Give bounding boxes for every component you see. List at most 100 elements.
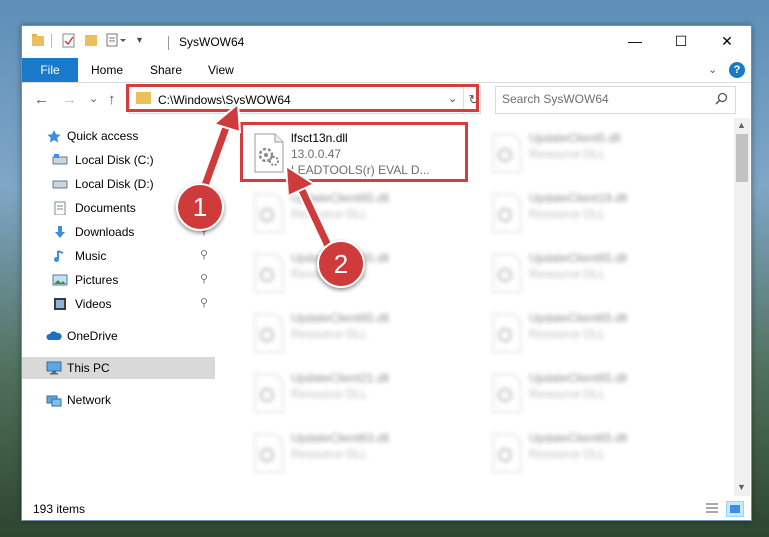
file-item[interactable]: UpdateClient65.dll Resource DLL — [481, 365, 701, 421]
title-separator — [168, 36, 169, 50]
sidebar-item-quick-access[interactable]: Quick access — [22, 125, 215, 147]
file-type: Resource DLL — [291, 387, 368, 401]
ribbon-collapse-icon[interactable]: ⌄ — [708, 63, 717, 76]
file-name: UpdateClient5.dll — [529, 131, 621, 145]
qa-separator — [51, 34, 52, 48]
file-type: Resource DLL — [529, 327, 606, 341]
file-name: UpdateClient65.dll — [529, 311, 628, 325]
file-name: UpdateClient19.dll — [529, 191, 628, 205]
file-type: Resource DLL — [291, 207, 368, 221]
file-name: UpdateClient21.dll — [291, 371, 390, 385]
minimize-button[interactable]: — — [612, 26, 658, 56]
dll-file-icon — [492, 253, 522, 293]
new-folder-icon[interactable] — [84, 33, 98, 47]
customize-toolbar-icon[interactable] — [106, 33, 126, 47]
file-type: Resource DLL — [529, 447, 606, 461]
dll-file-icon — [492, 313, 522, 353]
sidebar-item-label: Documents — [75, 201, 136, 215]
pin-icon[interactable]: ⚲ — [200, 296, 208, 309]
file-item[interactable]: UpdateClient21.dll Resource DLL — [243, 365, 463, 421]
sidebar-item-pictures[interactable]: Pictures ⚲ — [22, 269, 215, 291]
explorer-window: ▾ SysWOW64 — ☐ ✕ File Home Share View ⌄ … — [21, 25, 752, 521]
file-item[interactable]: UpdateClient5.dll Resource DLL — [481, 125, 701, 181]
drive-icon — [52, 180, 68, 189]
ribbon-tabs: File Home Share View ⌄ ? — [22, 58, 751, 83]
details-view-icon[interactable] — [704, 501, 720, 515]
cloud-icon — [46, 331, 62, 340]
sidebar-item-label: Videos — [75, 297, 112, 311]
file-type: Resource DLL — [529, 387, 606, 401]
sidebar-item-videos[interactable]: Videos ⚲ — [22, 293, 215, 315]
file-item[interactable]: UpdateClient65.dll Resource DLL — [481, 425, 701, 481]
sidebar-item-network[interactable]: Network — [22, 389, 215, 411]
pin-icon[interactable]: ⚲ — [200, 272, 208, 285]
recent-locations-icon[interactable]: ⌄ — [89, 92, 98, 105]
tab-share[interactable]: Share — [150, 58, 182, 82]
properties-icon[interactable] — [62, 33, 76, 48]
file-item[interactable]: UpdateClient65.dll Resource DLL — [243, 185, 463, 241]
dll-file-icon — [254, 373, 284, 413]
network-icon — [46, 395, 62, 407]
vertical-scrollbar[interactable]: ▲ ▼ — [734, 118, 750, 496]
callout-2: 2 — [317, 240, 365, 288]
tab-home[interactable]: Home — [91, 58, 123, 82]
file-highlight-box — [240, 122, 468, 182]
qa-dropdown-icon[interactable]: ▾ — [137, 35, 142, 46]
forward-arrow-icon[interactable]: → — [62, 91, 77, 108]
sidebar-item-this-pc[interactable]: This PC — [22, 357, 215, 379]
sidebar-item-local-disk-c[interactable]: Local Disk (C:) — [22, 149, 215, 171]
sidebar-item-onedrive[interactable]: OneDrive — [22, 325, 215, 347]
file-item[interactable]: UpdateClient65.dll Resource DLL — [481, 305, 701, 361]
drive-icon — [52, 154, 68, 165]
file-item[interactable]: UpdateClient65.dll Resource DLL — [481, 245, 701, 301]
up-arrow-icon[interactable]: ↑ — [108, 91, 116, 108]
title-bar: ▾ SysWOW64 — ☐ ✕ — [22, 26, 751, 58]
file-name: UpdateClient65.dll — [291, 311, 390, 325]
file-item[interactable]: UpdateClient19.dll Resource DLL — [481, 185, 701, 241]
sidebar-item-label: OneDrive — [67, 329, 118, 343]
tab-file[interactable]: File — [22, 58, 78, 82]
sidebar-item-label: Local Disk (D:) — [75, 177, 154, 191]
window-title: SysWOW64 — [179, 35, 245, 49]
dll-file-icon — [254, 433, 284, 473]
help-icon[interactable]: ? — [729, 62, 745, 78]
file-name: UpdateClient65.dll — [529, 431, 628, 445]
callout-1: 1 — [176, 183, 224, 231]
sidebar-item-label: Quick access — [67, 129, 139, 143]
file-name: UpdateClient65.dll — [529, 371, 628, 385]
computer-icon — [46, 361, 62, 375]
sidebar-item-music[interactable]: Music ⚲ — [22, 245, 215, 267]
item-count: 193 items — [33, 502, 86, 516]
back-arrow-icon[interactable]: ← — [34, 91, 49, 108]
tiles-view-icon[interactable] — [726, 501, 744, 517]
pictures-icon — [52, 274, 68, 286]
dll-file-icon — [492, 133, 522, 173]
file-type: Resource DLL — [291, 327, 368, 341]
maximize-button[interactable]: ☐ — [658, 26, 704, 56]
star-icon — [47, 130, 61, 143]
download-icon — [55, 226, 65, 238]
sidebar-item-label: This PC — [67, 361, 110, 375]
tab-view[interactable]: View — [208, 58, 234, 82]
search-icon[interactable] — [715, 92, 728, 105]
sidebar-item-label: Network — [67, 393, 112, 407]
file-type: Resource DLL — [529, 267, 606, 281]
scroll-up-icon[interactable]: ▲ — [737, 120, 746, 130]
dll-file-icon — [254, 193, 284, 233]
file-type: Resource DLL — [291, 447, 368, 461]
search-input[interactable] — [502, 91, 702, 107]
sidebar-item-label: Pictures — [75, 273, 119, 287]
file-item[interactable]: UpdateClient65.dll Resource DLL — [243, 305, 463, 361]
close-button[interactable]: ✕ — [704, 26, 750, 56]
sidebar-item-label: Music — [75, 249, 107, 263]
scroll-down-icon[interactable]: ▼ — [737, 482, 746, 492]
file-item[interactable]: UpdateClient63.dll Resource DLL — [243, 425, 463, 481]
dll-file-icon — [254, 253, 284, 293]
dll-file-icon — [492, 373, 522, 413]
scrollbar-thumb[interactable] — [736, 134, 748, 182]
pin-icon[interactable]: ⚲ — [200, 248, 208, 261]
documents-icon — [54, 201, 66, 215]
sidebar-item-label: Local Disk (C:) — [75, 153, 154, 167]
dll-file-icon — [254, 313, 284, 353]
search-box[interactable] — [495, 86, 736, 114]
